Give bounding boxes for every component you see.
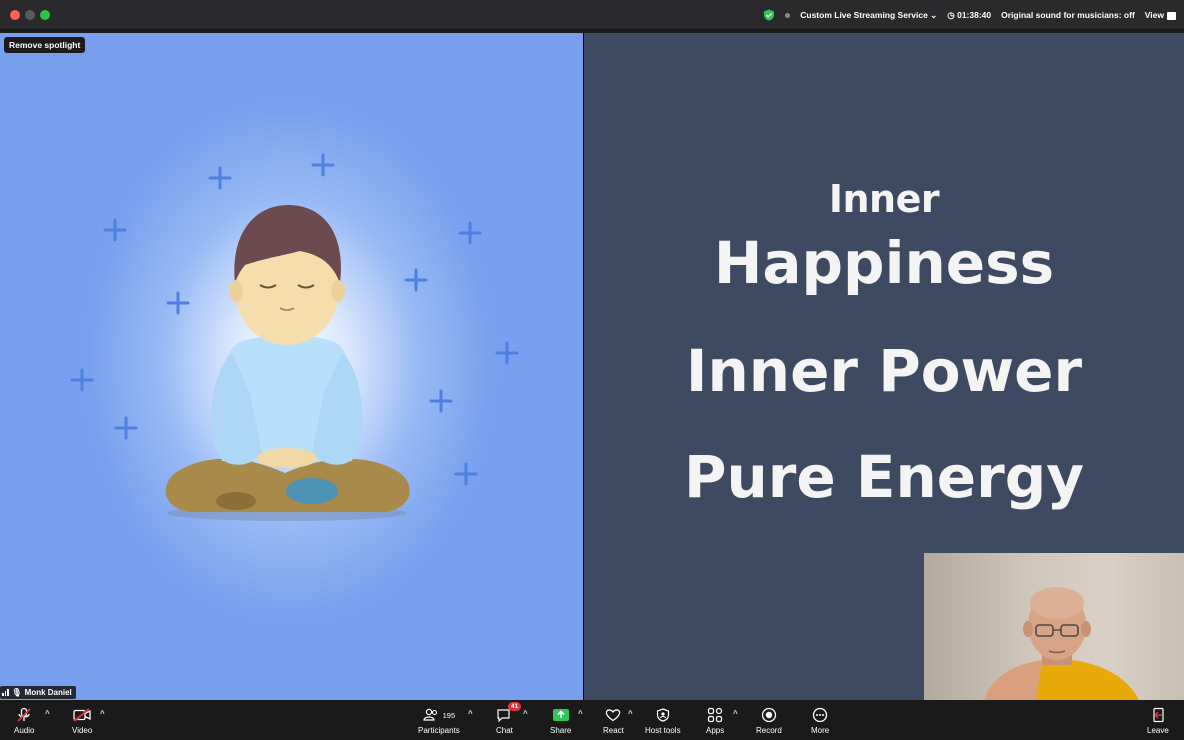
view-button[interactable]: View [1145,10,1176,20]
participants-count: 195 [442,710,456,720]
react-options-caret-icon[interactable]: ^ [628,709,633,718]
original-sound-toggle[interactable]: Original sound for musicians: off [1001,10,1135,20]
apps-label: Apps [706,726,725,735]
chat-icon: 41 [496,702,521,724]
security-shield-icon[interactable] [763,9,775,21]
zoom-window: Custom Live Streaming Service ⌄ ◷ 01:38:… [0,0,1184,740]
more-button[interactable]: More [811,706,829,735]
slide-line-1: Inner [828,177,940,221]
leave-door-icon [1150,706,1166,724]
slide-line-3: Inner Power [685,337,1083,405]
participants-icon [423,708,437,721]
audio-options-caret-icon[interactable]: ^ [45,709,50,718]
view-label: View [1144,10,1164,20]
participants-icon-group: 195 [423,706,456,724]
slide-line-4: Pure Energy [683,443,1085,511]
record-button[interactable]: Record [756,706,782,735]
muted-microphone-icon [16,706,32,724]
window-close-button[interactable] [10,10,20,20]
title-bar-status: Custom Live Streaming Service ⌄ ◷ 01:38:… [763,7,1176,23]
participant-name-tag: 🎙 Monk Daniel [0,686,76,699]
chat-label: Chat [496,726,513,735]
leave-label: Leave [1147,726,1169,735]
meeting-timer: ◷ 01:38:40 [947,10,991,21]
title-bar: Custom Live Streaming Service ⌄ ◷ 01:38:… [0,0,1184,30]
video-options-caret-icon[interactable]: ^ [100,709,105,718]
apps-grid-icon [707,706,723,724]
audio-label: Audio [14,726,35,735]
more-label: More [811,726,830,735]
video-button[interactable]: Video [72,706,92,735]
live-stream-dot-icon [785,12,791,18]
chat-unread-badge: 41 [508,702,521,711]
record-label: Record [756,726,782,735]
participant-name: Monk Daniel [24,688,72,697]
signal-strength-icon [2,689,9,696]
chevron-down-icon: ⌄ [930,9,938,20]
host-tools-button[interactable]: Host tools [645,706,681,735]
chat-options-caret-icon[interactable]: ^ [523,709,528,718]
apps-options-caret-icon[interactable]: ^ [733,709,738,718]
participants-options-caret-icon[interactable]: ^ [468,709,473,718]
leave-button[interactable]: Leave [1147,706,1169,735]
share-options-caret-icon[interactable]: ^ [578,709,583,718]
window-maximize-button[interactable] [40,10,50,20]
participants-button[interactable]: 195 Participants [418,706,460,735]
chat-button[interactable]: 41 Chat [496,702,521,735]
video-label: Video [72,726,93,735]
react-label: React [603,726,624,735]
record-icon [761,706,777,724]
slide-line-2: Happiness [713,229,1055,297]
share-label: Share [550,726,572,735]
audio-button[interactable]: Audio [14,706,34,735]
apps-button[interactable]: Apps [706,706,724,735]
self-view-video[interactable] [924,553,1184,700]
live-streaming-label: Custom Live Streaming Service [800,9,928,20]
share-button[interactable]: Share [550,706,571,735]
remove-spotlight-button[interactable]: Remove spotlight [4,37,86,53]
share-screen-icon [552,706,570,724]
host-shield-icon [656,706,670,724]
timer-value: 01:38:40 [957,9,992,20]
window-minimize-button[interactable] [25,10,35,20]
spotlight-video-tile[interactable]: Remove spotlight 🎙 Monk Daniel [0,33,583,700]
participants-label: Participants [418,726,460,735]
presenter-video-image [984,587,1139,700]
grid-view-icon [1167,11,1176,20]
host-tools-label: Host tools [645,726,681,735]
meeting-stage: Remove spotlight 🎙 Monk Daniel Inner Hap… [0,33,1184,700]
more-dots-icon [812,706,828,724]
muted-mic-icon: 🎙 [11,688,22,697]
live-streaming-dropdown[interactable]: Custom Live Streaming Service ⌄ [800,10,937,21]
meditation-illustration [70,153,519,521]
react-button[interactable]: React [603,706,624,735]
video-off-icon [73,706,91,724]
meeting-toolbar: Audio ^ Video ^ 195 Participants ^ 41 Ch… [0,700,1184,740]
clock-icon: ◷ [947,9,955,20]
heart-icon [605,706,621,724]
